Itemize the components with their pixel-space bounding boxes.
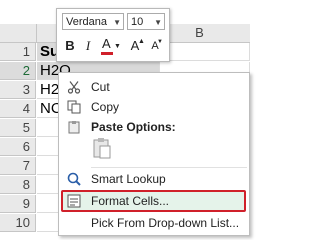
italic-button[interactable]: I — [81, 37, 95, 55]
menu-item-format-cells[interactable]: Format Cells... — [59, 191, 249, 211]
row-header-9[interactable]: 9 — [0, 195, 36, 213]
font-size-value: 10 — [131, 16, 144, 28]
row-number: 2 — [22, 63, 30, 78]
row-header-6[interactable]: 6 — [0, 138, 36, 156]
font-name-dropdown[interactable]: Verdana ▼ — [62, 13, 124, 30]
bold-glyph: B — [65, 38, 75, 53]
caret-up-icon: ▲ — [138, 38, 145, 45]
select-all-corner[interactable] — [0, 24, 37, 43]
row-number: 5 — [22, 120, 30, 135]
context-menu: Cut Copy Paste Options: Smart Lookup For… — [58, 72, 250, 236]
row-header-1[interactable]: 1 — [0, 43, 36, 61]
font-color-icon: A — [102, 36, 111, 51]
menu-item-cut[interactable]: Cut — [59, 77, 249, 97]
menu-item-label: Paste Options: — [91, 120, 176, 134]
row-header-2[interactable]: 2 — [0, 62, 36, 80]
column-b-label: B — [195, 25, 204, 40]
row-header-8[interactable]: 8 — [0, 176, 36, 194]
menu-item-paste-options: Paste Options: — [59, 117, 249, 137]
row-number: 3 — [22, 82, 30, 97]
font-name-value: Verdana — [66, 16, 107, 28]
smart-lookup-icon — [67, 172, 81, 186]
paste-option-button[interactable] — [93, 137, 111, 159]
row-number: 1 — [22, 44, 30, 59]
menu-item-smart-lookup[interactable]: Smart Lookup — [59, 169, 249, 189]
menu-item-copy[interactable]: Copy — [59, 97, 249, 117]
column-b-header[interactable]: B — [161, 24, 250, 43]
row-number: 4 — [22, 101, 30, 116]
mini-toolbar: Verdana ▼ 10 ▼ B I A ▼ A ▲ A ▼ — [56, 8, 170, 62]
italic-glyph: I — [85, 38, 91, 53]
copy-icon — [67, 100, 81, 114]
chevron-down-icon: ▼ — [114, 43, 121, 50]
scissors-icon — [67, 81, 81, 94]
row-number: 9 — [22, 196, 30, 211]
chevron-down-icon: ▼ — [154, 18, 162, 27]
font-color-button[interactable]: A ▼ — [99, 36, 121, 55]
menu-item-label: Copy — [91, 100, 120, 114]
menu-item-label: Pick From Drop-down List... — [91, 216, 240, 230]
menu-item-label: Smart Lookup — [91, 172, 166, 186]
menu-item-pick-from-dropdown[interactable]: Pick From Drop-down List... — [59, 213, 249, 233]
row-number: 6 — [22, 139, 30, 154]
chevron-down-icon: ▼ — [113, 18, 121, 27]
row-header-5[interactable]: 5 — [0, 119, 36, 137]
row-header-10[interactable]: 10 — [0, 214, 36, 232]
cell-b1[interactable] — [160, 43, 250, 61]
paste-icon — [68, 121, 80, 134]
menu-separator — [91, 167, 247, 168]
row-number: 10 — [15, 215, 30, 230]
row-header-7[interactable]: 7 — [0, 157, 36, 175]
row-header-4[interactable]: 4 — [0, 100, 36, 118]
grow-font-button[interactable]: A ▲ — [127, 37, 145, 55]
menu-item-label: Cut — [91, 80, 110, 94]
caret-down-icon: ▼ — [157, 39, 163, 45]
font-color-bar — [101, 52, 113, 55]
bold-button[interactable]: B — [63, 37, 77, 55]
cell-text: H2 — [40, 81, 60, 98]
font-size-dropdown[interactable]: 10 ▼ — [127, 13, 165, 30]
shrink-font-button[interactable]: A ▼ — [147, 37, 163, 55]
row-header-3[interactable]: 3 — [0, 81, 36, 99]
row-number: 8 — [22, 177, 30, 192]
menu-item-label: Format Cells... — [91, 194, 170, 208]
clipboard-icon — [93, 138, 111, 159]
format-cells-icon — [67, 194, 81, 208]
row-number: 7 — [22, 158, 30, 173]
